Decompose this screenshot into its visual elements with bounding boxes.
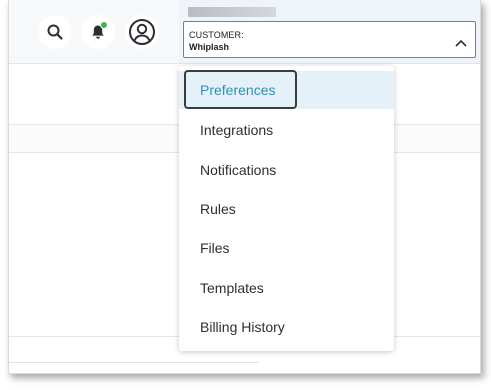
menu-item-files[interactable]: Files [179, 229, 394, 267]
chevron-up-icon [455, 34, 467, 52]
menu-item-label: Files [200, 240, 230, 256]
customer-dropdown-menu: Preferences Integrations Notifications R… [179, 66, 394, 351]
focus-ring [184, 70, 297, 109]
menu-item-billing-history[interactable]: Billing History [179, 308, 394, 346]
menu-item-notifications[interactable]: Notifications [179, 151, 394, 189]
menu-item-label: Rules [200, 201, 236, 217]
customer-label: CUSTOMER: [189, 30, 244, 40]
customer-select[interactable]: CUSTOMER: Whiplash [183, 21, 476, 58]
menu-item-rules[interactable]: Rules [179, 190, 394, 228]
menu-item-integrations[interactable]: Integrations [179, 111, 394, 149]
user-account-button[interactable] [125, 15, 159, 49]
redacted-text [188, 7, 276, 17]
divider [9, 362, 259, 363]
user-account-icon [128, 18, 156, 46]
menu-item-templates[interactable]: Templates [179, 269, 394, 307]
menu-item-label: Integrations [200, 122, 274, 138]
top-bar: CUSTOMER: Whiplash [9, 0, 480, 64]
notification-indicator [100, 21, 108, 29]
notifications-button[interactable] [81, 15, 115, 49]
menu-item-label: Notifications [200, 162, 277, 178]
menu-item-label: Billing History [200, 319, 285, 335]
search-button[interactable] [38, 15, 72, 49]
customer-panel: CUSTOMER: Whiplash [179, 0, 480, 63]
menu-item-label: Templates [200, 280, 264, 296]
customer-value: Whiplash [189, 42, 229, 52]
app-window: CUSTOMER: Whiplash Preferences Integrati… [8, 0, 481, 374]
search-icon [46, 23, 64, 41]
